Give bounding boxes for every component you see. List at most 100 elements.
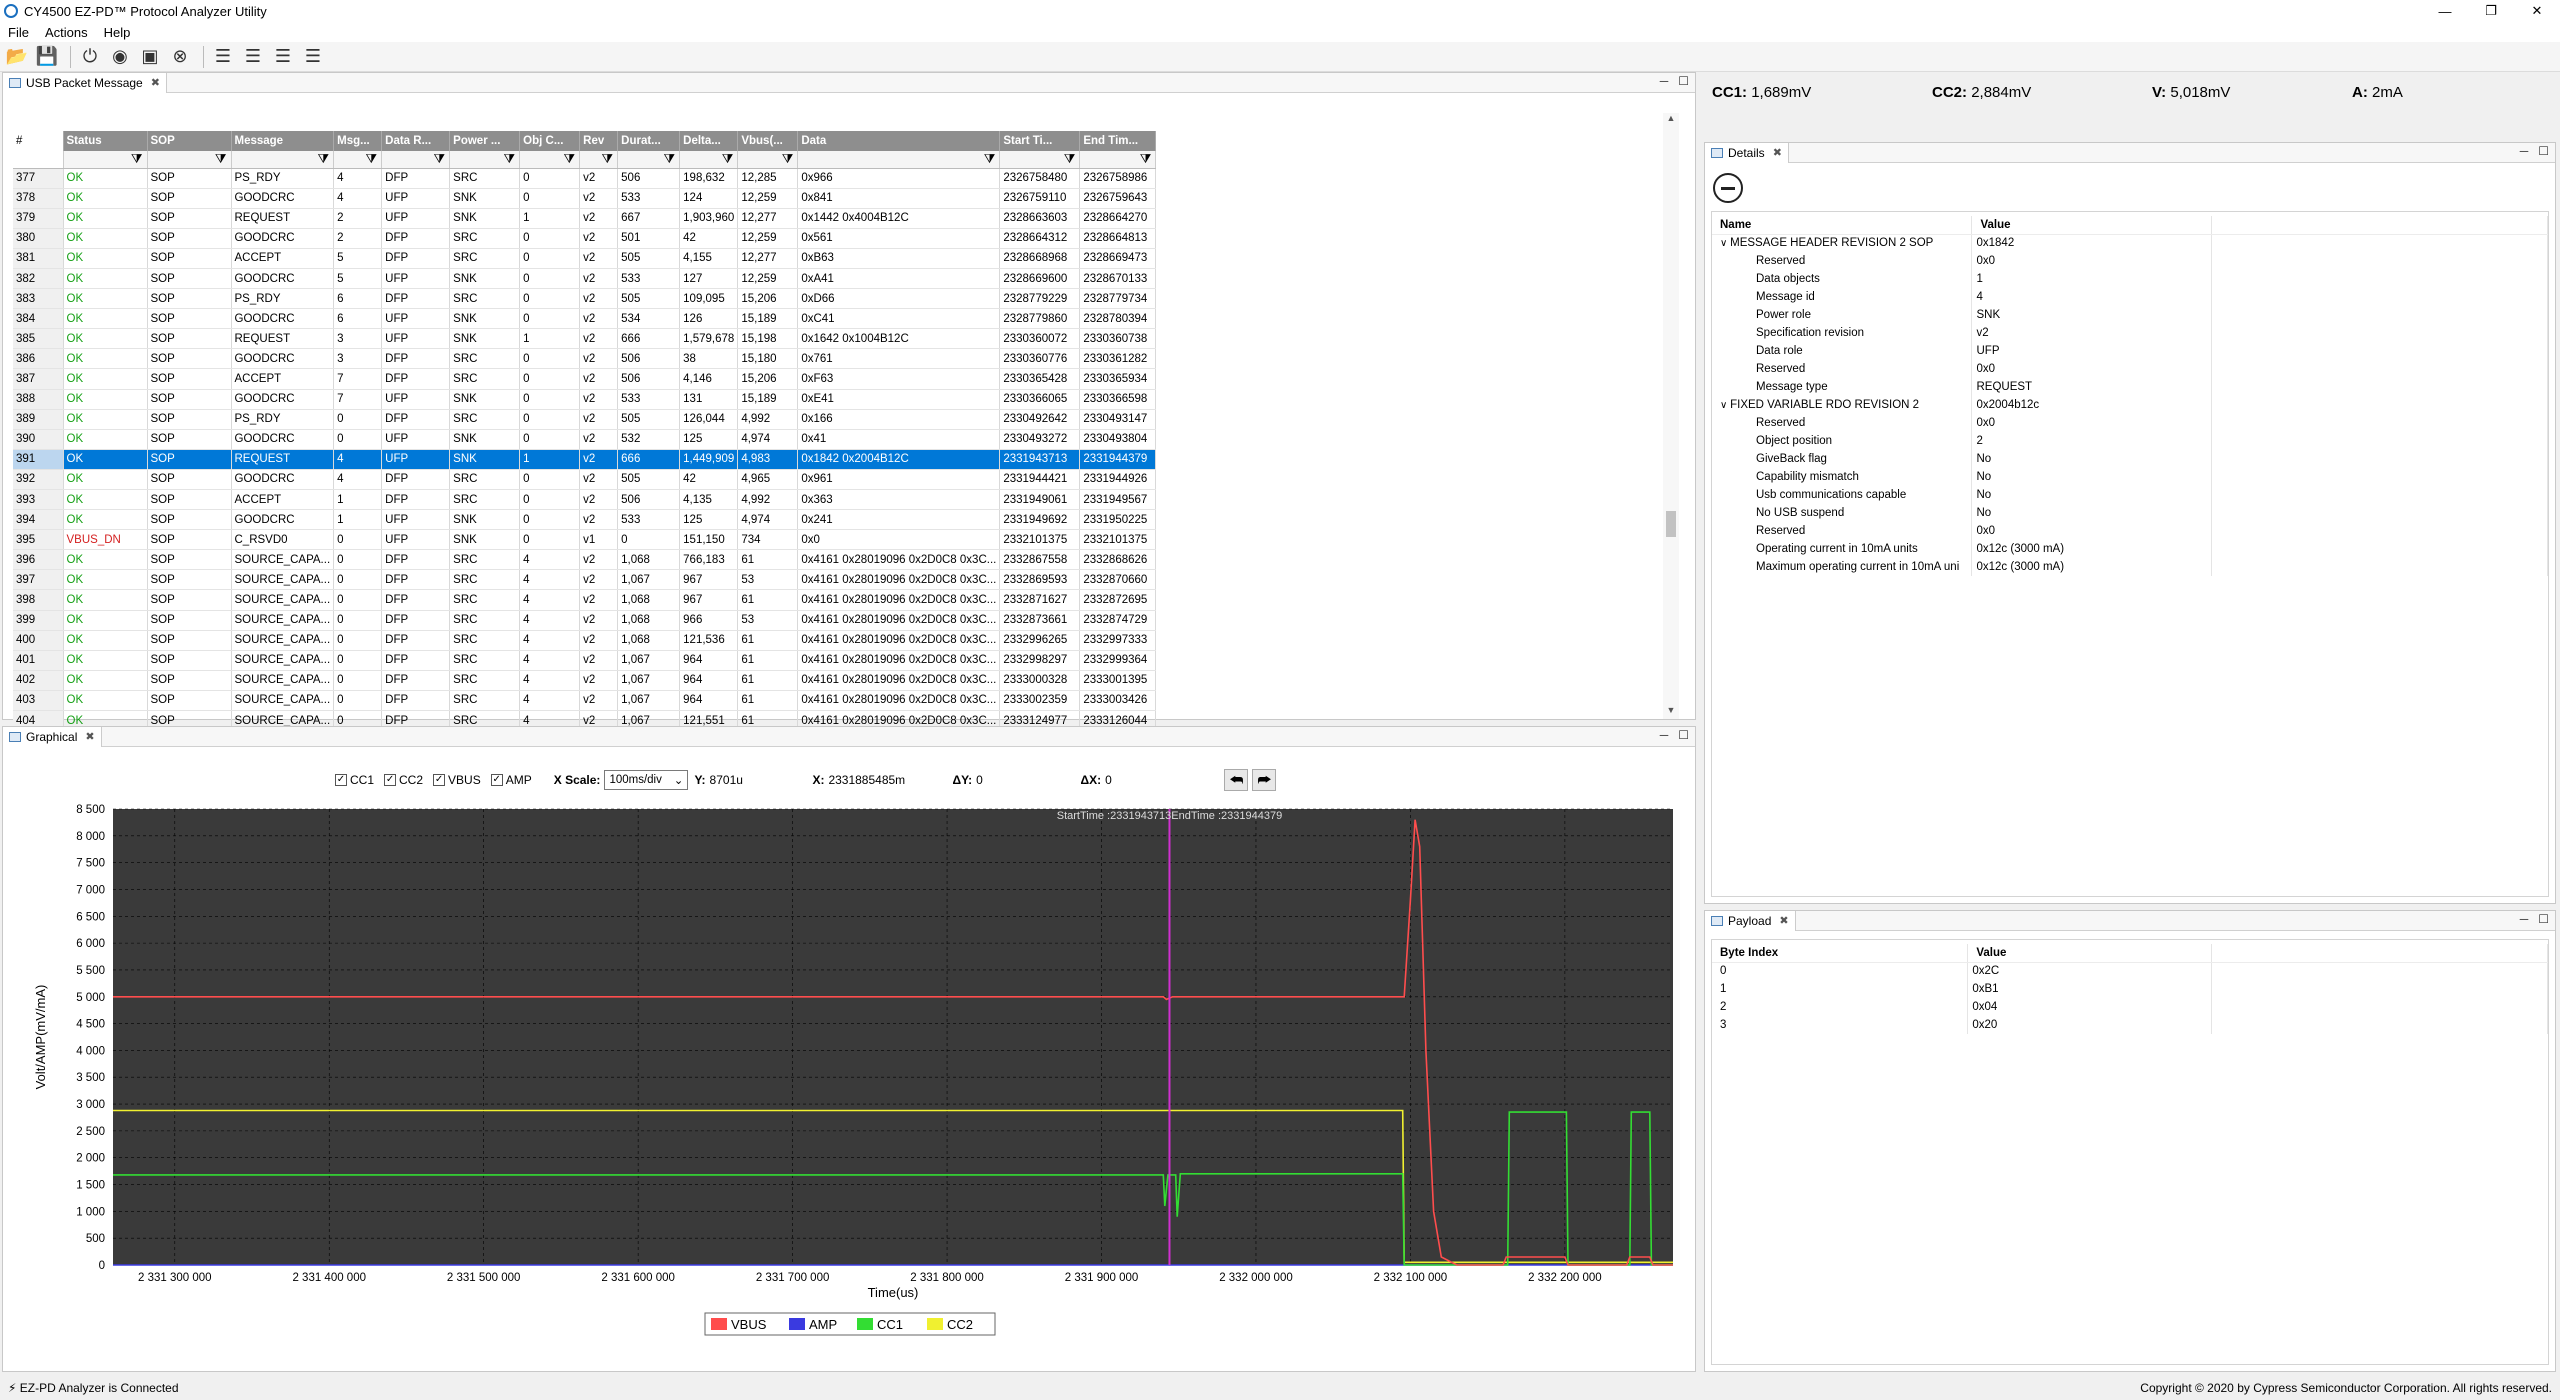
column-filter-2[interactable]: ⧩ <box>147 151 232 169</box>
menu-help[interactable]: Help <box>96 25 139 40</box>
details-row[interactable]: Message id 4 <box>1712 288 2548 306</box>
scroll-up-icon[interactable]: ▲ <box>1663 113 1679 127</box>
scroll-thumb[interactable] <box>1666 511 1676 537</box>
tab-usb-packet-message[interactable]: USB Packet Message ✖ <box>3 72 167 93</box>
details-row[interactable]: Maximum operating current in 10mA uni 0x1… <box>1712 558 2548 576</box>
column-header-10[interactable]: Delta... <box>679 131 739 151</box>
table-row[interactable]: 388 OK SOP GOODCRC 7 UFP SNK 0 v2 533 131 15,189 0xE… <box>13 389 1157 410</box>
table-row[interactable]: 394 OK SOP GOODCRC 1 UFP SNK 0 v2 533 125 4,974 0x24… <box>13 509 1157 531</box>
table-row[interactable]: 387 OK SOP ACCEPT 7 DFP SRC 0 v2 506 4,146 15,206 0x… <box>13 368 1157 390</box>
collapse-all-button[interactable] <box>1713 173 1743 203</box>
list-detail-icon[interactable]: ☰ <box>240 44 266 70</box>
column-header-11[interactable]: Vbus(... <box>737 131 799 151</box>
payload-row[interactable]: 1 0xB1 <box>1712 980 2548 998</box>
column-header-0[interactable]: # <box>13 131 64 151</box>
packet-vertical-scrollbar[interactable]: ▲ ▼ <box>1663 113 1679 719</box>
details-row[interactable]: Message type REQUEST <box>1712 378 2548 396</box>
power-icon[interactable]: ⏻ <box>77 44 103 70</box>
column-filter-5[interactable]: ⧩ <box>381 151 451 169</box>
details-row[interactable]: Power role SNK <box>1712 306 2548 324</box>
open-icon[interactable]: 📂 <box>4 44 30 70</box>
scroll-down-icon[interactable]: ▼ <box>1663 705 1679 719</box>
table-row[interactable]: 379 OK SOP REQUEST 2 UFP SNK 1 v2 667 1,903,960 12,… <box>13 208 1157 229</box>
stop-icon[interactable]: ▣ <box>137 44 163 70</box>
column-filter-9[interactable]: ⧩ <box>617 151 681 169</box>
column-header-4[interactable]: Msg... <box>333 131 383 151</box>
tab-details[interactable]: Details ✖ <box>1705 142 1789 163</box>
undo-zoom-button[interactable]: ⮪ <box>1224 769 1249 791</box>
table-row[interactable]: 402 OK SOP SOURCE_CAPA... 0 DFP SRC 4 v2 1,067 964… <box>13 670 1157 691</box>
column-header-14[interactable]: End Tim... <box>1079 131 1157 151</box>
maximize-panel-icon[interactable]: ☐ <box>2538 912 2549 926</box>
table-row[interactable]: 399 OK SOP SOURCE_CAPA... 0 DFP SRC 4 v2 1,068 966… <box>13 610 1157 631</box>
close-tab-icon[interactable]: ✖ <box>151 76 160 89</box>
close-tab-icon[interactable]: ✖ <box>1773 146 1782 159</box>
list-summary-icon[interactable]: ☰ <box>270 44 296 70</box>
signal-chart[interactable]: 0 500 1 000 1 500 2 000 2 500 3 000 3 500 4 000 4… <box>3 797 1695 1367</box>
close-icon[interactable]: ✕ <box>2514 0 2560 22</box>
column-filter-4[interactable]: ⧩ <box>333 151 383 169</box>
table-row[interactable]: 390 OK SOP GOODCRC 0 UFP SNK 0 v2 532 125 4,974 0x41… <box>13 429 1157 450</box>
column-header-9[interactable]: Durat... <box>617 131 681 151</box>
table-row[interactable]: 380 OK SOP GOODCRC 2 DFP SRC 0 v2 501 42 12,259 0x56… <box>13 228 1157 249</box>
amp-checkbox[interactable]: ✓ AMP <box>490 773 532 787</box>
table-row[interactable]: 381 OK SOP ACCEPT 5 DFP SRC 0 v2 505 4,155 12,277 0x… <box>13 248 1157 269</box>
minimize-panel-icon[interactable]: ─ <box>1660 728 1669 742</box>
payload-row[interactable]: 3 0x20 <box>1712 1016 2548 1034</box>
details-row[interactable]: Data objects 1 <box>1712 270 2548 288</box>
table-row[interactable]: 383 OK SOP PS_RDY 6 DFP SRC 0 v2 505 109,095 15,206… <box>13 288 1157 310</box>
tab-payload[interactable]: Payload ✖ <box>1705 910 1796 931</box>
column-filter-11[interactable]: ⧩ <box>737 151 799 169</box>
column-filter-10[interactable]: ⧩ <box>679 151 739 169</box>
column-filter-12[interactable]: ⧩ <box>797 151 1001 169</box>
cc1-checkbox[interactable]: ✓ CC1 <box>335 773 374 787</box>
list-icon[interactable]: ☰ <box>210 44 236 70</box>
details-row[interactable]: Reserved 0x0 <box>1712 360 2548 378</box>
details-row[interactable]: Data role UFP <box>1712 342 2548 360</box>
column-filter-3[interactable]: ⧩ <box>231 151 335 169</box>
table-row[interactable]: 397 OK SOP SOURCE_CAPA... 0 DFP SRC 4 v2 1,067 967… <box>13 569 1157 591</box>
minimize-panel-icon[interactable]: ─ <box>2520 912 2529 926</box>
xscale-select[interactable]: 100ms/div ⌄ <box>604 770 689 790</box>
column-header-1[interactable]: Status <box>63 131 148 151</box>
column-filter-1[interactable]: ⧩ <box>63 151 148 169</box>
payload-row[interactable]: 2 0x04 <box>1712 998 2548 1016</box>
list-compact-icon[interactable]: ☰ <box>300 44 326 70</box>
close-tab-icon[interactable]: ✖ <box>1779 914 1788 927</box>
maximize-panel-icon[interactable]: ☐ <box>1678 74 1689 88</box>
save-icon[interactable]: 💾 <box>34 44 60 70</box>
plot-area[interactable] <box>113 809 1673 1265</box>
table-row[interactable]: 393 OK SOP ACCEPT 1 DFP SRC 0 v2 506 4,135 4,992 0x3… <box>13 489 1157 511</box>
redo-zoom-button[interactable]: ⮫ <box>1252 769 1277 791</box>
column-header-12[interactable]: Data <box>797 131 1001 151</box>
column-header-6[interactable]: Power ... <box>449 131 521 151</box>
column-filter-13[interactable]: ⧩ <box>999 151 1081 169</box>
table-row[interactable]: 377 OK SOP PS_RDY 4 DFP SRC 0 v2 506 198,632 12,285… <box>13 168 1157 189</box>
tab-graphical[interactable]: Graphical ✖ <box>3 726 102 747</box>
column-filter-8[interactable]: ⧩ <box>579 151 619 169</box>
column-header-5[interactable]: Data R... <box>381 131 451 151</box>
close-tab-icon[interactable]: ✖ <box>85 730 94 743</box>
table-row[interactable]: 389 OK SOP PS_RDY 0 DFP SRC 0 v2 505 126,044 4,992 0… <box>13 409 1157 430</box>
table-row[interactable]: 401 OK SOP SOURCE_CAPA... 0 DFP SRC 4 v2 1,067 964… <box>13 650 1157 671</box>
details-group-row[interactable]: ∨ FIXED VARIABLE RDO REVISION 2 0x2004b12… <box>1712 396 2548 414</box>
vbus-checkbox[interactable]: ✓ VBUS <box>433 773 481 787</box>
payload-row[interactable]: 0 0x2C <box>1712 962 2548 980</box>
details-row[interactable]: Usb communications capable No <box>1712 486 2548 504</box>
cc2-checkbox[interactable]: ✓ CC2 <box>384 773 423 787</box>
table-row[interactable]: 398 OK SOP SOURCE_CAPA... 0 DFP SRC 4 v2 1,068 967… <box>13 589 1157 611</box>
details-row[interactable]: Specification revision v2 <box>1712 324 2548 342</box>
details-group-row[interactable]: ∨ MESSAGE HEADER REVISION 2 SOP 0x1842 <box>1712 234 2548 252</box>
column-filter-7[interactable]: ⧩ <box>519 151 581 169</box>
table-row[interactable]: 385 OK SOP REQUEST 3 UFP SNK 1 v2 666 1,579,678 15,… <box>13 328 1157 350</box>
maximize-icon[interactable]: ❐ <box>2468 0 2514 22</box>
table-row[interactable]: 386 OK SOP GOODCRC 3 DFP SRC 0 v2 506 38 15,180 0x76… <box>13 348 1157 370</box>
table-row[interactable]: 400 OK SOP SOURCE_CAPA... 0 DFP SRC 4 v2 1,068 121… <box>13 630 1157 651</box>
table-row[interactable]: 395 VBUS_DN SOP C_RSVD0 0 UFP SNK 0 v1 0 151,150 73… <box>13 529 1157 551</box>
table-row[interactable]: 384 OK SOP GOODCRC 6 UFP SNK 0 v2 534 126 15,189 0xC… <box>13 308 1157 330</box>
expand-chevron-icon[interactable]: ∨ <box>1720 238 1730 249</box>
table-row[interactable]: 403 OK SOP SOURCE_CAPA... 0 DFP SRC 4 v2 1,067 964… <box>13 690 1157 712</box>
clear-icon[interactable]: ⊗ <box>167 44 193 70</box>
details-row[interactable]: No USB suspend No <box>1712 504 2548 522</box>
column-header-2[interactable]: SOP <box>147 131 232 151</box>
